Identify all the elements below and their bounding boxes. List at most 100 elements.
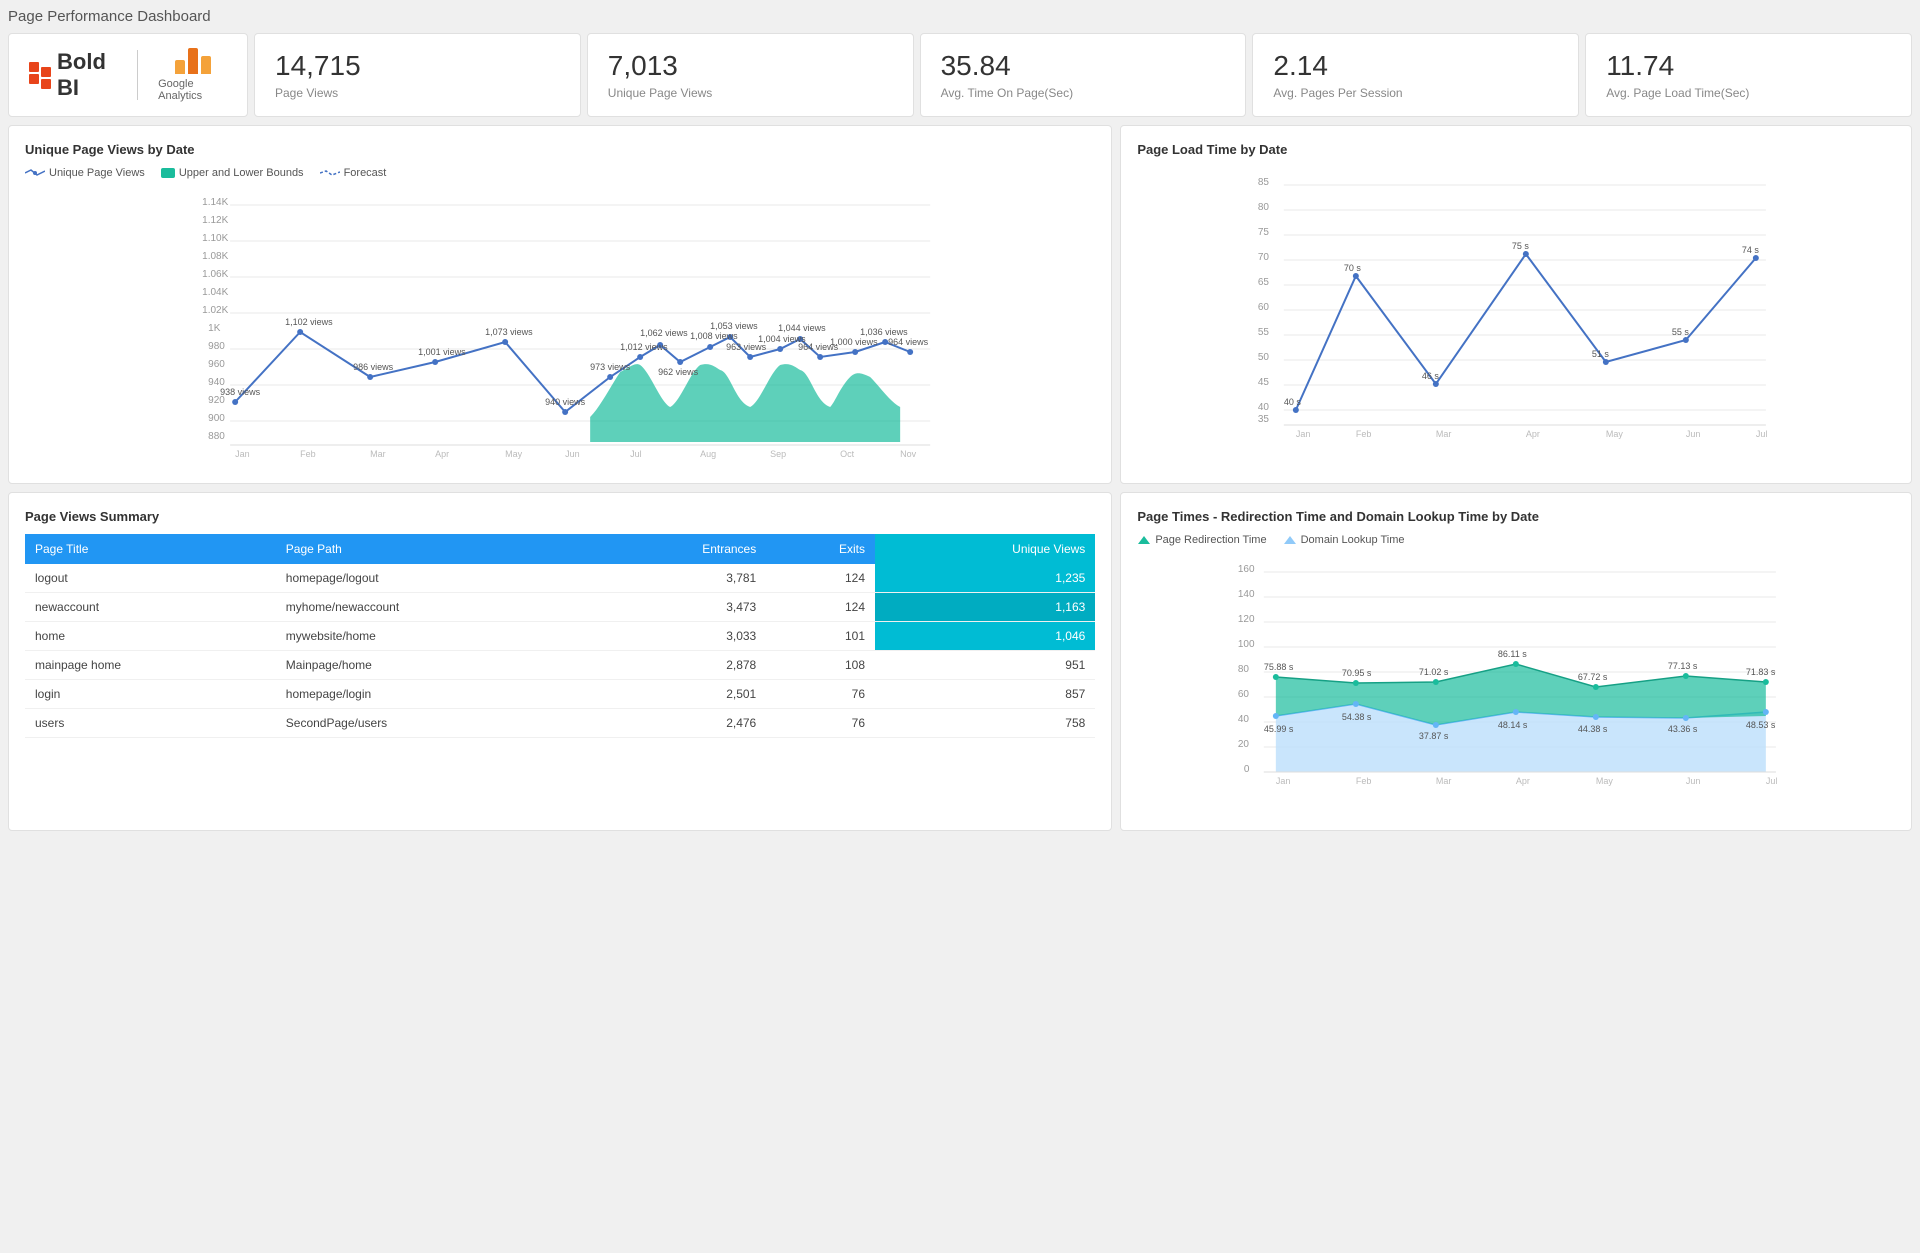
cell-unique-views: 951	[875, 651, 1095, 680]
svg-text:48.53 s: 48.53 s	[1746, 720, 1776, 730]
svg-text:0: 0	[1244, 764, 1250, 775]
svg-text:Jul: Jul	[1756, 429, 1768, 439]
page-times-chart-title: Page Times - Redirection Time and Domain…	[1137, 509, 1895, 524]
page-views-table: Page Title Page Path Entrances Exits Uni…	[25, 534, 1095, 738]
metric-label-page-views: Page Views	[275, 86, 560, 100]
svg-text:Oct: Oct	[840, 449, 855, 459]
svg-text:1,008 views: 1,008 views	[690, 331, 738, 341]
svg-text:1K: 1K	[208, 323, 221, 334]
svg-text:1.06K: 1.06K	[202, 269, 228, 280]
svg-text:960: 960	[208, 359, 225, 370]
unique-page-views-legend: Unique Page Views Upper and Lower Bounds…	[25, 167, 1095, 179]
col-header-unique-views: Unique Views	[875, 534, 1095, 564]
cell-page-path: mywebsite/home	[276, 622, 591, 651]
svg-text:60: 60	[1238, 689, 1250, 700]
redirection-legend-icon	[1137, 535, 1151, 545]
svg-text:900: 900	[208, 413, 225, 424]
svg-text:70: 70	[1258, 252, 1270, 263]
page-views-summary-card: Page Views Summary Page Title Page Path …	[8, 492, 1112, 831]
svg-text:1,062 views: 1,062 views	[640, 328, 688, 338]
svg-text:Feb: Feb	[1356, 776, 1372, 786]
svg-text:Apr: Apr	[435, 449, 449, 459]
page-times-legend: Page Redirection Time Domain Lookup Time	[1137, 534, 1895, 546]
svg-text:85: 85	[1258, 177, 1270, 188]
svg-text:35: 35	[1258, 414, 1270, 425]
svg-text:54.38 s: 54.38 s	[1342, 712, 1372, 722]
svg-text:1,102 views: 1,102 views	[285, 317, 333, 327]
svg-text:Jun: Jun	[1686, 776, 1701, 786]
svg-text:71.02 s: 71.02 s	[1419, 667, 1449, 677]
svg-text:Feb: Feb	[1356, 429, 1372, 439]
legend-forecast-icon	[320, 168, 340, 178]
top-row: Bold BI Google Analytics 14,715	[8, 33, 1912, 117]
unique-page-views-chart-area: 1.14K 1.12K 1.10K 1.08K 1.06K 1.04K 1.02…	[25, 187, 1095, 467]
cell-exits: 76	[766, 680, 875, 709]
charts-row: Unique Page Views by Date Unique Page Vi…	[8, 125, 1912, 484]
svg-text:980: 980	[208, 341, 225, 352]
svg-text:986 views: 986 views	[353, 362, 394, 372]
cell-page-title: home	[25, 622, 276, 651]
svg-text:973 views: 973 views	[590, 362, 631, 372]
svg-text:65: 65	[1258, 277, 1270, 288]
unique-page-views-svg: 1.14K 1.12K 1.10K 1.08K 1.06K 1.04K 1.02…	[25, 187, 1095, 467]
svg-text:70 s: 70 s	[1344, 263, 1362, 273]
legend-label-line: Unique Page Views	[49, 167, 145, 179]
cell-page-title: logout	[25, 564, 276, 593]
svg-text:1,044 views: 1,044 views	[778, 323, 826, 333]
svg-text:Jan: Jan	[1296, 429, 1311, 439]
bottom-row: Page Views Summary Page Title Page Path …	[8, 492, 1912, 831]
cell-page-path: homepage/logout	[276, 564, 591, 593]
svg-text:60: 60	[1258, 302, 1270, 313]
table-row: home mywebsite/home 3,033 101 1,046	[25, 622, 1095, 651]
cell-exits: 124	[766, 564, 875, 593]
svg-text:Nov: Nov	[900, 449, 917, 459]
page-load-time-chart-area: 85 80 75 70 65 60 55 50 45 40 35	[1137, 167, 1895, 447]
metric-value-unique-page-views: 7,013	[608, 50, 893, 82]
cell-entrances: 2,476	[591, 709, 766, 738]
table-row: login homepage/login 2,501 76 857	[25, 680, 1095, 709]
ga-bar-small	[175, 60, 185, 74]
page-times-chart-area: 160 140 120 100 80 60 40 20 0	[1137, 554, 1895, 814]
svg-text:160: 160	[1238, 564, 1255, 575]
metric-label-unique-page-views: Unique Page Views	[608, 86, 893, 100]
cell-page-path: homepage/login	[276, 680, 591, 709]
legend-item-band: Upper and Lower Bounds	[161, 167, 304, 179]
cell-exits: 101	[766, 622, 875, 651]
legend-label-forecast: Forecast	[344, 167, 387, 179]
svg-text:50: 50	[1258, 352, 1270, 363]
svg-text:86.11 s: 86.11 s	[1498, 649, 1527, 659]
legend-label-band: Upper and Lower Bounds	[179, 167, 304, 179]
svg-text:Feb: Feb	[300, 449, 316, 459]
ga-bar-medium	[201, 56, 211, 74]
table-row: newaccount myhome/newaccount 3,473 124 1…	[25, 593, 1095, 622]
svg-text:Apr: Apr	[1516, 776, 1530, 786]
cell-exits: 76	[766, 709, 875, 738]
metric-card-avg-pages: 2.14 Avg. Pages Per Session	[1252, 33, 1579, 117]
svg-text:1.10K: 1.10K	[202, 233, 228, 244]
legend-line-icon	[25, 168, 45, 178]
legend-item-line: Unique Page Views	[25, 167, 145, 179]
svg-text:Mar: Mar	[1436, 429, 1452, 439]
svg-text:880: 880	[208, 431, 225, 442]
svg-text:1,012 views: 1,012 views	[620, 342, 668, 352]
metric-value-avg-pages: 2.14	[1273, 50, 1558, 82]
col-header-exits: Exits	[766, 534, 875, 564]
cell-page-title: mainpage home	[25, 651, 276, 680]
col-header-entrances: Entrances	[591, 534, 766, 564]
bi-icon	[29, 62, 51, 89]
svg-text:1,053 views: 1,053 views	[710, 321, 758, 331]
svg-text:938 views: 938 views	[220, 387, 261, 397]
svg-text:Jul: Jul	[630, 449, 642, 459]
svg-text:140: 140	[1238, 589, 1255, 600]
page-views-summary-title: Page Views Summary	[25, 509, 1095, 524]
cell-page-path: Mainpage/home	[276, 651, 591, 680]
logo-divider	[137, 50, 138, 100]
col-header-page-title: Page Title	[25, 534, 276, 564]
svg-text:Aug: Aug	[700, 449, 716, 459]
svg-text:1,001 views: 1,001 views	[418, 347, 466, 357]
page-title: Page Performance Dashboard	[8, 8, 1912, 25]
svg-text:40: 40	[1238, 714, 1250, 725]
svg-text:1.14K: 1.14K	[202, 197, 228, 208]
svg-text:Jun: Jun	[1686, 429, 1701, 439]
page-load-time-chart-title: Page Load Time by Date	[1137, 142, 1895, 157]
